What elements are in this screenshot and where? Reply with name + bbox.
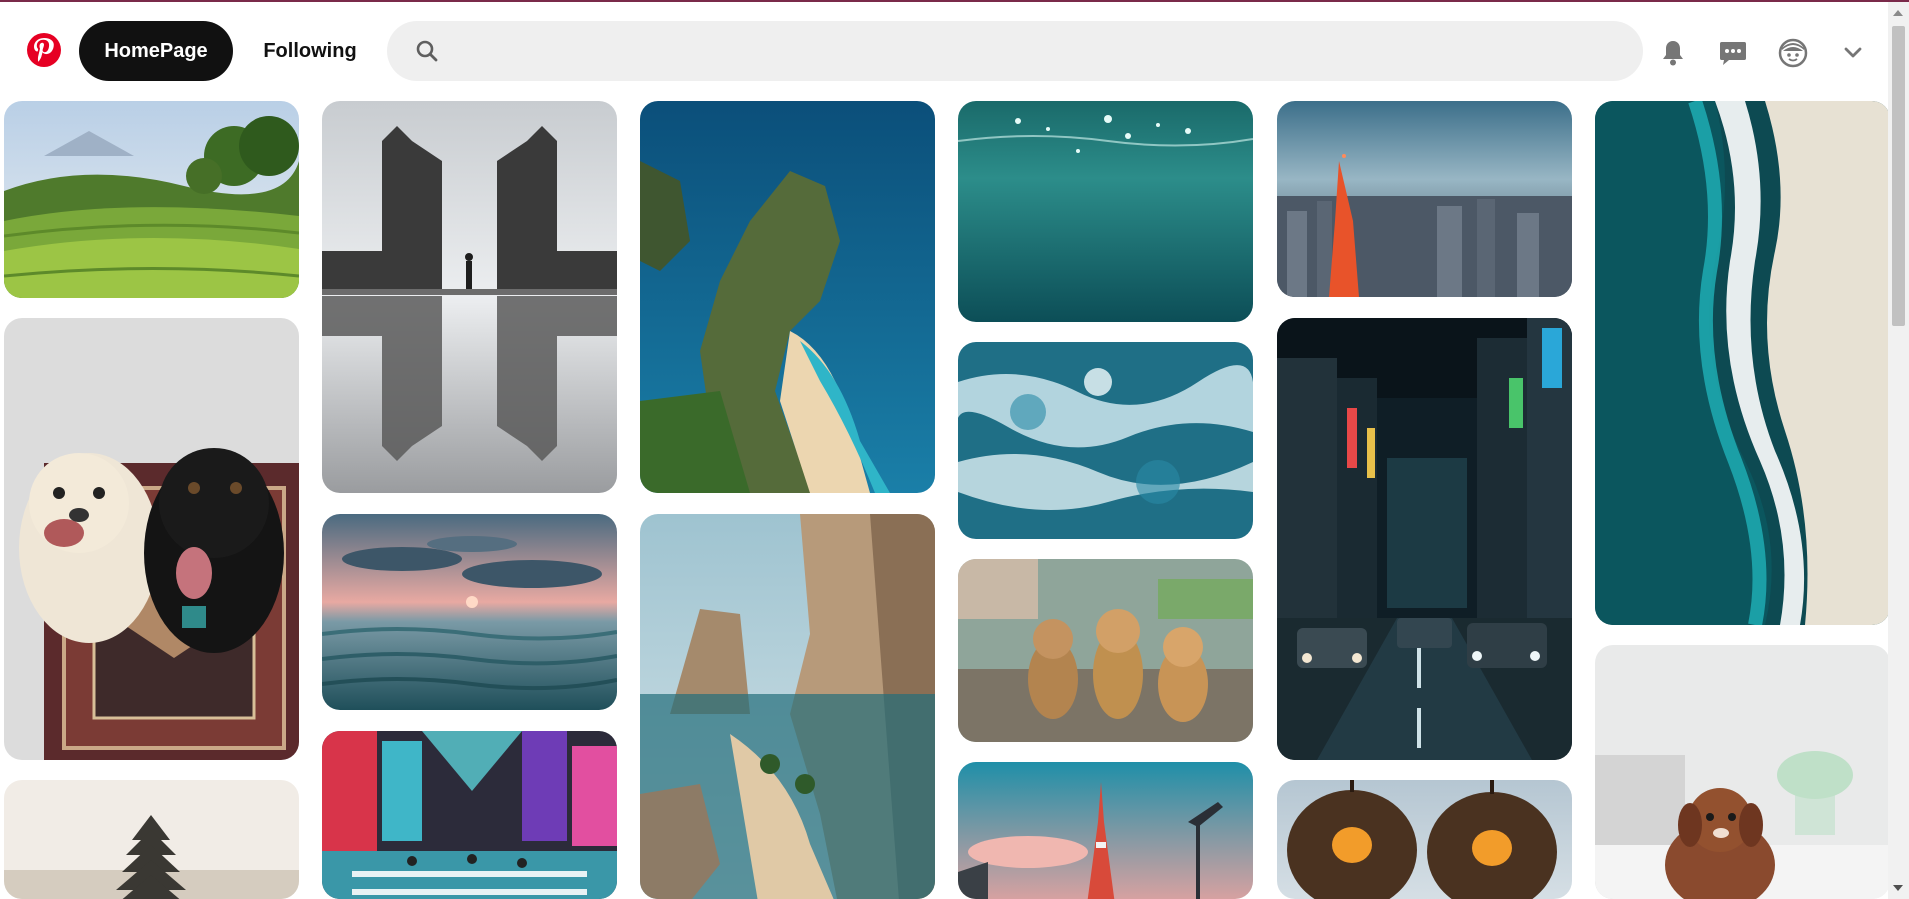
notifications-button[interactable] [1649, 29, 1697, 77]
scrollbar-thumb[interactable] [1892, 26, 1905, 326]
pin-image [322, 101, 617, 493]
pin-sea-foam[interactable] [958, 342, 1253, 539]
pin-image [1277, 101, 1572, 297]
pin-image [958, 342, 1253, 539]
search-input[interactable] [459, 21, 1623, 83]
pin-image [958, 101, 1253, 322]
profile-button[interactable] [1769, 29, 1817, 77]
pin-cliff-coast-aerial[interactable] [640, 101, 935, 493]
pin-night-street-neon[interactable] [1277, 318, 1572, 760]
pin-rattan-lamps[interactable] [1277, 780, 1572, 899]
pin-puppy-on-bed[interactable] [1595, 645, 1890, 899]
scroll-up-arrow-icon[interactable] [1893, 10, 1903, 16]
pin-image [1595, 645, 1890, 899]
profile-face-icon [1778, 38, 1808, 68]
pin-image [958, 762, 1253, 899]
pin-image [1277, 780, 1572, 899]
pin-beach-waves-aerial[interactable] [1595, 101, 1890, 625]
account-options-button[interactable] [1829, 29, 1877, 77]
vertical-scrollbar[interactable] [1888, 2, 1909, 899]
pin-image [4, 780, 299, 899]
chat-icon [1718, 39, 1748, 67]
pin-two-dogs-on-rug[interactable] [4, 318, 299, 760]
pin-sea-cliffs-beach[interactable] [640, 514, 935, 899]
pin-underwater-surface[interactable] [958, 101, 1253, 322]
search-bar[interactable] [387, 21, 1643, 83]
pin-temple-gate-reflection[interactable] [322, 101, 617, 493]
scroll-down-arrow-icon[interactable] [1893, 885, 1903, 891]
search-icon [415, 39, 439, 63]
pin-image [958, 559, 1253, 742]
pin-image [1277, 318, 1572, 760]
pin-image [4, 101, 299, 298]
bell-icon [1660, 39, 1686, 67]
pin-tokyo-tower-sunset[interactable] [958, 762, 1253, 899]
messages-button[interactable] [1709, 29, 1757, 77]
pin-image [1595, 101, 1890, 625]
pin-tokyo-skyline[interactable] [1277, 101, 1572, 297]
nav-homepage-button[interactable]: HomePage [79, 21, 233, 81]
pin-image [640, 101, 935, 493]
pin-image [322, 731, 617, 899]
chevron-down-icon [1843, 46, 1863, 60]
pin-image [640, 514, 935, 899]
pin-rice-terraces[interactable] [4, 101, 299, 298]
pin-ocean-sunset[interactable] [322, 514, 617, 710]
pin-three-puppies[interactable] [958, 559, 1253, 742]
pin-grid [0, 0, 1890, 899]
pin-image [4, 318, 299, 760]
pin-image [322, 514, 617, 710]
pinterest-logo-icon[interactable] [26, 32, 62, 68]
pin-temple-pagoda[interactable] [4, 780, 299, 899]
top-navigation-bar: HomePage Following [0, 2, 1888, 98]
nav-following-button[interactable]: Following [247, 21, 373, 81]
pin-neon-city-crossing[interactable] [322, 731, 617, 899]
